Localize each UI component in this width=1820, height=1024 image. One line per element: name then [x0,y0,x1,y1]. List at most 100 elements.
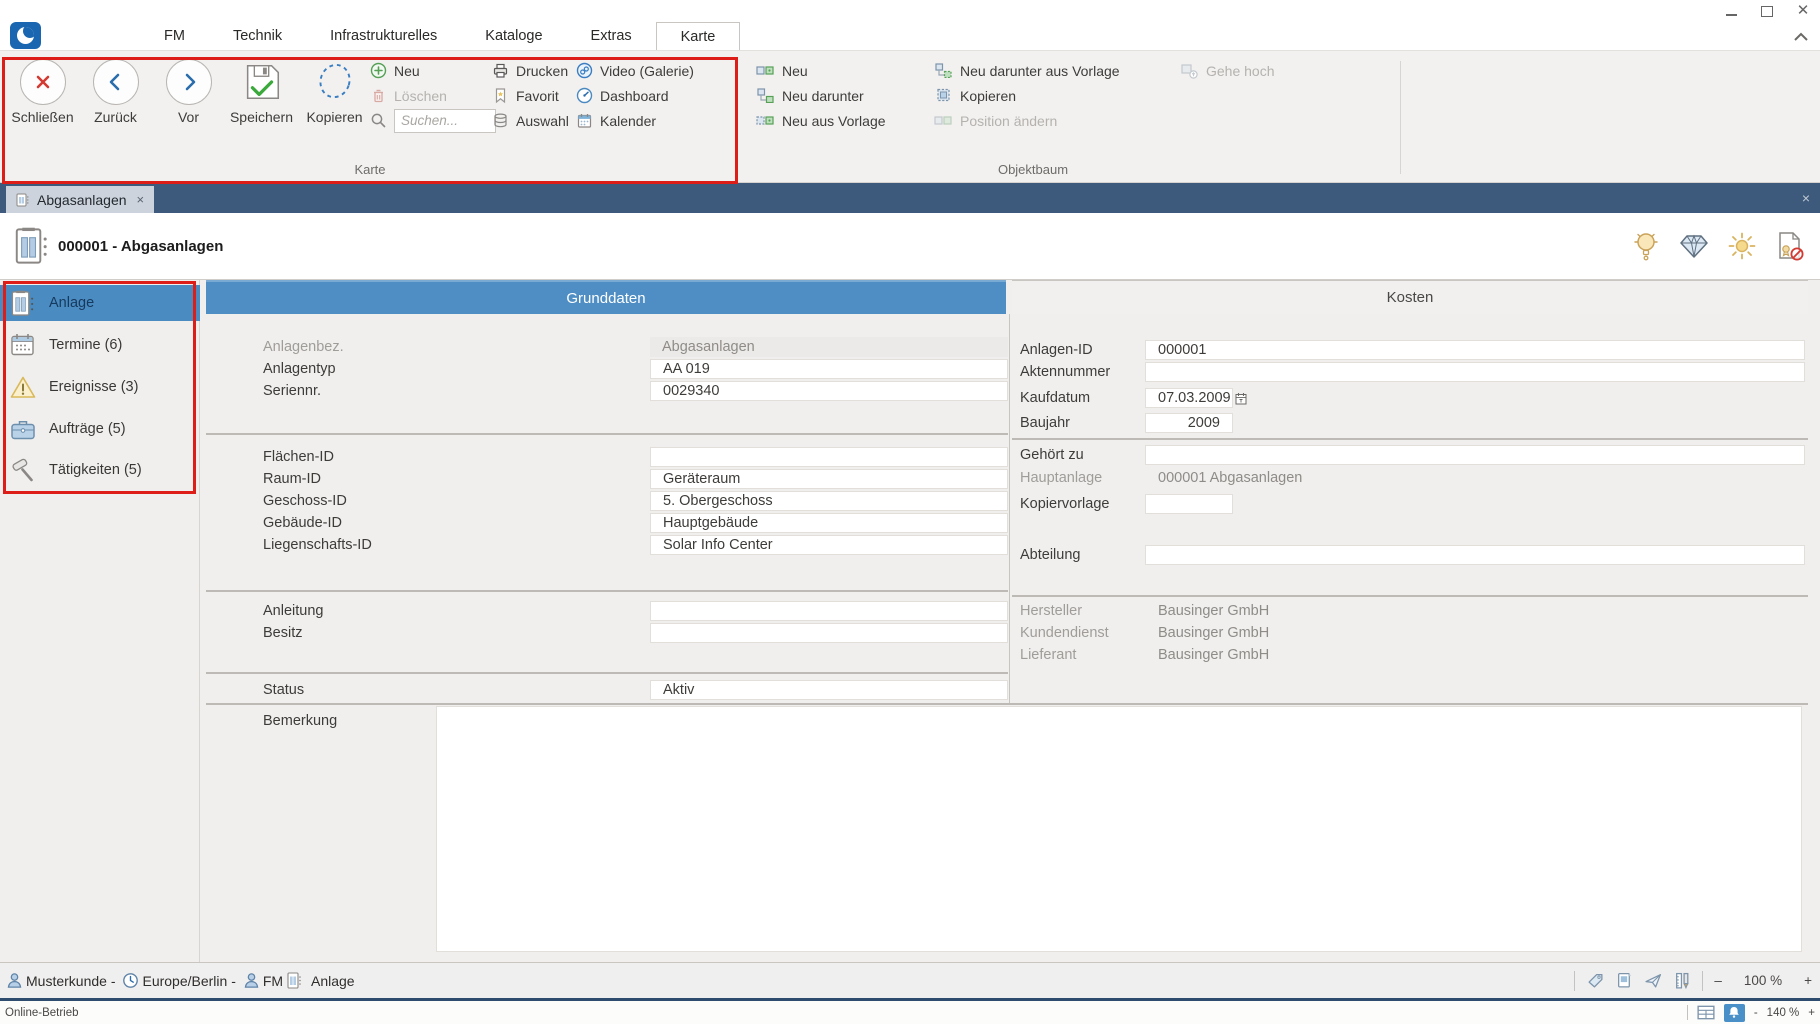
search-input[interactable] [394,109,496,133]
selection-button[interactable]: Auswahl [492,108,569,133]
save-button[interactable]: Speichern [225,57,298,125]
ruler-pencil-icon[interactable] [1674,972,1691,990]
app-logo[interactable] [10,22,41,49]
node-tree-icon [756,88,775,103]
diamond-button[interactable] [1677,228,1711,264]
tree-change-position-button: Position ändern [934,108,1120,133]
field-label: Gehört zu [1020,447,1084,463]
kopiervorlage-input[interactable] [1145,494,1233,514]
field-label: Kundendienst [1020,625,1109,641]
search-row [370,108,496,133]
baujahr-input[interactable]: 2009 [1145,413,1233,433]
tree-new-below-button[interactable]: Neu darunter [756,83,886,108]
gebaeude-id-input[interactable]: Hauptgebäude [650,513,1008,533]
tree-go-up-button: Gehe hoch [1180,58,1275,83]
sidebar-item-ereignisse[interactable]: Ereignisse (3) [0,369,200,405]
menu-tab-fm[interactable]: FM [140,22,209,50]
bottombar-separator [1687,1005,1688,1020]
go-up-node-icon [1180,63,1199,79]
menu-tab-infrastrukturelles[interactable]: Infrastrukturelles [306,22,461,50]
close-card-button[interactable]: Schließen [6,57,79,125]
anleitung-input[interactable] [650,601,1008,621]
diamond-icon [1678,231,1710,261]
window-close-button[interactable]: ✕ [1796,5,1810,17]
connection-mode: Online-Betrieb [5,1001,79,1024]
favorite-button[interactable]: Favorit [492,83,569,108]
field-label: Anleitung [263,603,323,619]
flaechen-id-input[interactable] [650,447,1008,467]
application-window: ✕ FM Technik Infrastrukturelles Kataloge… [0,0,1820,1024]
page-title: 000001 - Abgasanlagen [58,213,223,280]
besitz-input[interactable] [650,623,1008,643]
note-icon[interactable] [1616,972,1633,989]
sidebar-item-anlage[interactable]: Anlage [0,285,200,321]
database-icon [492,112,509,129]
anlagentyp-input[interactable]: AA 019 [650,359,1008,379]
ribbon: Schließen Zurück Speichern Vor [0,50,1820,183]
brightness-button[interactable] [1725,228,1759,264]
menu-tab-karte[interactable]: Karte [656,22,741,50]
tab-strip-close-icon[interactable]: × [1802,190,1810,206]
notifications-button[interactable] [1724,1004,1745,1022]
brightness-sun-icon [1727,231,1757,261]
back-button[interactable]: Zurück [79,57,152,125]
sidebar-item-auftraege[interactable]: Aufträge (5) [0,411,200,447]
gehoert-zu-input[interactable] [1145,445,1805,465]
raum-id-input[interactable]: Geräteraum [650,469,1008,489]
window-maximize-button[interactable] [1760,5,1774,17]
tag-icon[interactable] [1586,972,1605,989]
timezone-value[interactable]: Europe/Berlin - [142,973,235,989]
geschoss-id-input[interactable]: 5. Obergeschoss [650,491,1008,511]
kundendienst-value: Bausinger GmbH [1158,623,1269,643]
liegenschafts-id-input[interactable]: Solar Info Center [650,535,1008,555]
field-label: Besitz [263,625,303,641]
kaufdatum-input[interactable]: 07.03.2009 [1145,388,1233,408]
print-button[interactable]: Drucken [492,58,569,83]
tree-copy-button[interactable]: Kopieren [934,83,1120,108]
zoom-out-button[interactable]: - [1754,1007,1758,1019]
table-grid-icon[interactable] [1697,1005,1715,1020]
seriennr-input[interactable]: 0029340 [650,381,1008,401]
tree-new-below-from-template-button[interactable]: Neu darunter aus Vorlage [934,58,1120,83]
status-input[interactable]: Aktiv [650,680,1008,700]
new-button[interactable]: Neu [370,58,496,83]
paper-plane-icon[interactable] [1644,972,1663,989]
caption-bar: ✕ [0,0,1820,22]
document-tab-close-icon[interactable]: × [137,192,145,207]
date-picker-icon[interactable] [1235,392,1247,405]
app-logo-icon [17,27,34,44]
dashboard-button[interactable]: Dashboard [576,83,694,108]
menu-tab-kataloge[interactable]: Kataloge [461,22,566,50]
field-label: Anlagenbez. [263,339,344,355]
field-label: Geschoss-ID [263,493,347,509]
context-label[interactable]: Anlage [311,973,355,989]
menu-tab-extras[interactable]: Extras [567,22,656,50]
field-label: Bemerkung [263,713,337,729]
zoom-in-button[interactable]: + [1808,1007,1815,1019]
forward-button[interactable]: Speichern Vor [152,57,225,125]
sidebar-item-termine[interactable]: Termine (6) [0,327,200,363]
window-minimize-button[interactable] [1724,5,1738,17]
aktennummer-input[interactable] [1145,362,1805,382]
record-title-bar: 000001 - Abgasanlagen [0,213,1820,280]
user-role[interactable]: FM [263,973,283,989]
anlagen-id-input[interactable]: 000001 [1145,340,1805,360]
copy-card-button[interactable]: Kopieren [298,57,371,125]
tree-new-button[interactable]: Neu [756,58,886,83]
zoom-out-button[interactable]: – [1714,973,1722,988]
sidebar-item-taetigkeiten[interactable]: Tätigkeiten (5) [0,452,200,488]
zoom-in-button[interactable]: + [1804,973,1812,988]
lightbulb-button[interactable] [1629,228,1663,264]
tree-new-from-template-button[interactable]: Neu aus Vorlage [756,108,886,133]
document-tab-abgasanlagen[interactable]: Abgasanlagen × [6,186,154,213]
abteilung-input[interactable] [1145,545,1805,565]
video-gallery-button[interactable]: Video (Galerie) [576,58,694,83]
client-name[interactable]: Musterkunde - [26,973,115,989]
kaufdatum-value: 07.03.2009 [1158,390,1231,406]
zoom-level: 100 % [1744,973,1782,988]
minimize-icon [1726,7,1737,16]
collapse-ribbon-icon[interactable] [1794,32,1808,41]
document-blocked-button[interactable] [1773,228,1807,264]
menu-tab-technik[interactable]: Technik [209,22,306,50]
calendar-button[interactable]: Kalender [576,108,694,133]
